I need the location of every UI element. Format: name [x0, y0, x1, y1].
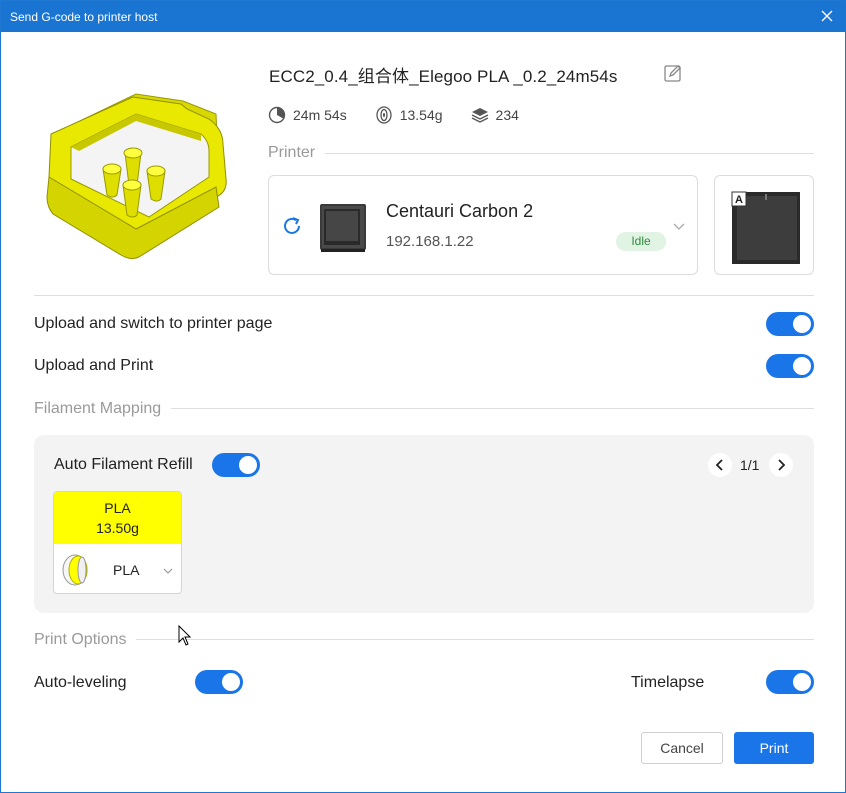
printer-divider	[268, 153, 814, 154]
chevron-right-icon	[778, 459, 786, 471]
clock-icon	[268, 106, 286, 124]
filament-weight-stat: 13.54g	[375, 106, 443, 124]
upload-print-label: Upload and Print	[34, 357, 154, 374]
cancel-button[interactable]: Cancel	[641, 732, 723, 764]
plate-badge: A	[735, 194, 743, 206]
filament-mapping-label: Filament Mapping	[34, 400, 172, 418]
printer-section-label: Printer	[268, 144, 326, 162]
auto-refill-label: Auto Filament Refill	[54, 456, 193, 473]
auto-refill-toggle[interactable]	[212, 453, 260, 477]
edit-icon[interactable]	[663, 63, 683, 83]
file-name: ECC2_0.4_组合体_Elegoo PLA _0.2_24m54s	[269, 67, 618, 86]
file-name-row: ECC2_0.4_组合体_Elegoo PLA _0.2_24m54s	[269, 62, 618, 86]
chevron-left-icon	[715, 459, 723, 471]
print-options-divider	[34, 639, 814, 640]
timelapse-toggle[interactable]	[766, 670, 814, 694]
upload-switch-label: Upload and switch to printer page	[34, 315, 273, 332]
plate-image: A	[731, 191, 800, 264]
plate-preview[interactable]: A	[714, 175, 814, 275]
printer-name: Centauri Carbon 2	[386, 201, 534, 221]
status-badge: Idle	[616, 232, 666, 251]
filament-slot-type: PLA	[104, 500, 131, 516]
timelapse-label: Timelapse	[631, 674, 705, 691]
printer-ip: 192.168.1.22	[386, 233, 474, 250]
print-time-stat: 24m 54s	[268, 106, 347, 124]
print-options-label: Print Options	[34, 631, 137, 649]
spool-icon	[62, 554, 88, 586]
upload-switch-toggle[interactable]	[766, 312, 814, 336]
send-gcode-dialog: Send G-code to printer host ECC2_0.4_组合体…	[0, 0, 846, 793]
filament-slot-selector[interactable]: PLA	[54, 544, 181, 593]
page-indicator: 1/1	[740, 457, 760, 473]
chevron-down-icon[interactable]	[672, 219, 686, 233]
refresh-icon[interactable]	[280, 214, 304, 238]
mouse-cursor-icon	[178, 625, 192, 646]
chevron-down-icon	[163, 568, 173, 574]
page-next-button[interactable]	[769, 453, 793, 477]
layer-count-stat: 234	[471, 106, 519, 124]
filament-slot-header: PLA 13.50g	[54, 492, 181, 544]
print-time-value: 24m 54s	[293, 107, 347, 123]
upload-print-toggle[interactable]	[766, 354, 814, 378]
filament-slot-mapped: PLA	[113, 562, 140, 578]
layers-icon	[471, 108, 488, 123]
layer-count-value: 234	[495, 107, 519, 123]
title-bar: Send G-code to printer host	[1, 1, 845, 32]
options-divider	[34, 295, 814, 296]
model-preview	[46, 93, 227, 260]
filament-slot-weight: 13.50g	[96, 520, 139, 536]
printer-image	[320, 204, 366, 252]
file-stats: 24m 54s 13.54g 234	[268, 105, 547, 125]
spool-icon	[376, 106, 392, 124]
auto-leveling-label: Auto-leveling	[34, 674, 127, 691]
close-icon[interactable]	[817, 6, 837, 26]
auto-leveling-toggle[interactable]	[195, 670, 243, 694]
filament-weight-value: 13.54g	[399, 107, 443, 123]
filament-slot-card: PLA 13.50g PLA	[53, 491, 182, 594]
print-button[interactable]: Print	[734, 732, 814, 764]
page-prev-button[interactable]	[708, 453, 732, 477]
window-title: Send G-code to printer host	[10, 10, 158, 24]
